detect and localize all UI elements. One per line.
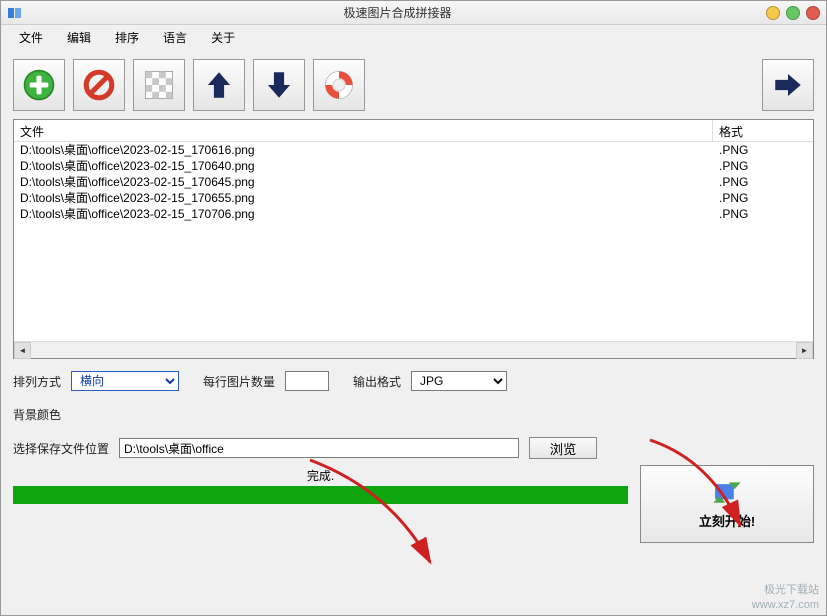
arrange-label: 排列方式 [13,373,61,390]
arrow-up-icon [202,68,236,102]
start-button[interactable]: 立刻开始! [640,465,814,543]
file-list-header: 文件 格式 [14,120,813,142]
app-icon [7,5,23,21]
table-row[interactable]: D:\tools\桌面\office\2023-02-15_170655.png… [14,190,813,206]
save-path-label: 选择保存文件位置 [13,440,109,457]
menu-sort[interactable]: 排序 [105,27,149,48]
cell-format: .PNG [713,174,813,190]
arrange-select[interactable]: 横向 [71,371,179,391]
horizontal-scrollbar[interactable]: ◄ ► [14,341,813,358]
scroll-left-icon[interactable]: ◄ [14,342,31,359]
cell-format: .PNG [713,190,813,206]
table-row[interactable]: D:\tools\桌面\office\2023-02-15_170645.png… [14,174,813,190]
close-button[interactable] [806,6,820,20]
file-list: 文件 格式 D:\tools\桌面\office\2023-02-15_1706… [13,119,814,359]
add-button[interactable] [13,59,65,111]
cell-path: D:\tools\桌面\office\2023-02-15_170616.png [14,142,713,158]
menu-about[interactable]: 关于 [201,27,245,48]
per-row-input[interactable] [285,371,329,391]
cell-format: .PNG [713,158,813,174]
cell-path: D:\tools\桌面\office\2023-02-15_170640.png [14,158,713,174]
col-header-file[interactable]: 文件 [14,120,713,141]
forbidden-icon [82,68,116,102]
clear-button[interactable] [133,59,185,111]
window-title: 极速图片合成拼接器 [29,4,766,21]
options-panel: 排列方式 横向 每行图片数量 输出格式 JPG 背景颜色 选择保存文件位置 浏览 [1,359,826,465]
file-rows[interactable]: D:\tools\桌面\office\2023-02-15_170616.png… [14,142,813,341]
save-path-input[interactable] [119,438,519,458]
plus-icon [22,68,56,102]
move-down-button[interactable] [253,59,305,111]
menu-file[interactable]: 文件 [9,27,53,48]
per-row-label: 每行图片数量 [203,373,275,390]
minimize-button[interactable] [766,6,780,20]
progress-bar [13,486,628,504]
maximize-button[interactable] [786,6,800,20]
browse-button[interactable]: 浏览 [529,437,597,459]
arrow-right-icon [771,68,805,102]
start-label: 立刻开始! [699,511,755,530]
cell-path: D:\tools\桌面\office\2023-02-15_170645.png [14,174,713,190]
cell-format: .PNG [713,142,813,158]
table-row[interactable]: D:\tools\桌面\office\2023-02-15_170640.png… [14,158,813,174]
cell-format: .PNG [713,206,813,222]
window-controls [766,6,820,20]
menu-edit[interactable]: 编辑 [57,27,101,48]
remove-button[interactable] [73,59,125,111]
help-button[interactable] [313,59,365,111]
toolbar [1,49,826,119]
cell-path: D:\tools\桌面\office\2023-02-15_170706.png [14,206,713,222]
menubar: 文件 编辑 排序 语言 关于 [1,25,826,49]
out-format-label: 输出格式 [353,373,401,390]
arrow-down-icon [262,68,296,102]
cell-path: D:\tools\桌面\office\2023-02-15_170655.png [14,190,713,206]
table-row[interactable]: D:\tools\桌面\office\2023-02-15_170706.png… [14,206,813,222]
table-row[interactable]: D:\tools\桌面\office\2023-02-15_170616.png… [14,142,813,158]
start-icon [710,479,744,507]
checker-icon [142,68,176,102]
scroll-right-icon[interactable]: ► [796,342,813,359]
bg-color-label: 背景颜色 [13,406,61,423]
titlebar: 极速图片合成拼接器 [1,1,826,25]
next-button[interactable] [762,59,814,111]
col-header-format[interactable]: 格式 [713,120,813,141]
move-up-button[interactable] [193,59,245,111]
lifebuoy-icon [322,68,356,102]
menu-language[interactable]: 语言 [153,27,197,48]
progress-status: 完成. [13,465,628,486]
output-format-select[interactable]: JPG [411,371,507,391]
bottom-area: 完成. 立刻开始! [1,465,826,555]
